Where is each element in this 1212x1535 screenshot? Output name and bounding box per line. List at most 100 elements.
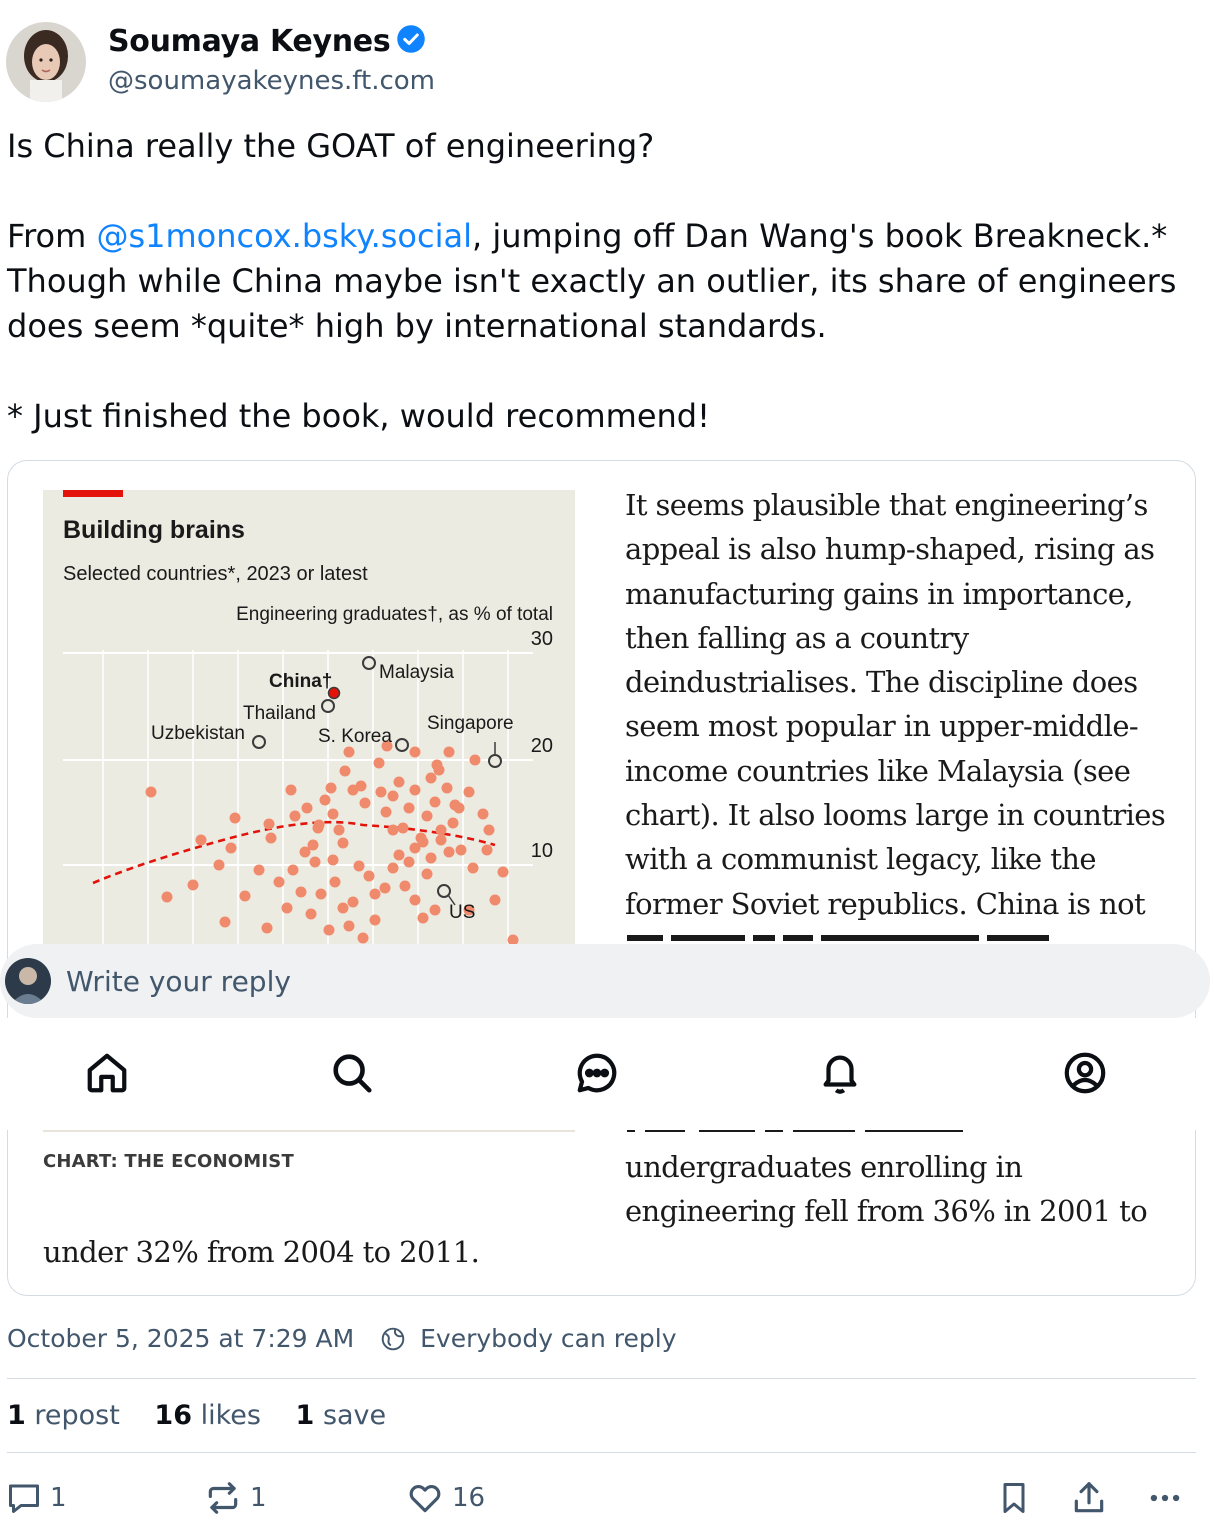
more-options-button[interactable] bbox=[1146, 1478, 1192, 1518]
article-line: then falling as a country bbox=[625, 620, 969, 655]
reply-input-placeholder[interactable]: Write your reply bbox=[66, 965, 291, 998]
scatter-point bbox=[403, 856, 415, 868]
profile-icon[interactable] bbox=[1062, 1050, 1108, 1096]
scatter-point bbox=[375, 786, 387, 798]
scatter-point bbox=[455, 844, 467, 856]
scatter-point bbox=[343, 920, 355, 932]
author-handle[interactable]: @soumayakeynes.ft.com bbox=[108, 66, 435, 96]
scatter-point bbox=[421, 810, 433, 822]
cut-off-text bbox=[625, 923, 1095, 943]
y-tick-label: 10 bbox=[531, 840, 553, 862]
engagement-stats: 1 repost 16 likes 1 save bbox=[7, 1400, 412, 1431]
bookmark-icon bbox=[1003, 1483, 1025, 1513]
point-malaysia bbox=[362, 656, 376, 670]
scatter-point bbox=[399, 880, 411, 892]
bell-icon[interactable] bbox=[817, 1050, 863, 1096]
scatter-point bbox=[327, 854, 339, 866]
post-text-span: From bbox=[7, 217, 97, 255]
author-avatar[interactable] bbox=[6, 22, 86, 102]
share-icon bbox=[1074, 1482, 1104, 1513]
scatter-point bbox=[403, 802, 415, 814]
chart-ylabel: Engineering graduates†, as % of total bbox=[236, 604, 553, 625]
point-thailand bbox=[321, 699, 335, 713]
post-timestamp[interactable]: October 5, 2025 at 7:29 AM bbox=[7, 1324, 354, 1353]
article-line: deindustrialises. The discipline does bbox=[625, 665, 1138, 700]
scatter-point bbox=[253, 864, 265, 876]
repost-count: 1 bbox=[250, 1483, 267, 1513]
likes-stat[interactable]: 16 likes bbox=[154, 1400, 261, 1431]
scatter-point bbox=[313, 819, 325, 831]
scatter-point bbox=[387, 790, 399, 802]
share-button[interactable] bbox=[1070, 1478, 1116, 1518]
scatter-point bbox=[339, 765, 351, 777]
y-tick-label: 20 bbox=[531, 735, 553, 757]
chat-icon[interactable] bbox=[574, 1050, 620, 1096]
my-avatar bbox=[5, 958, 51, 1004]
scatter-point bbox=[443, 746, 455, 758]
scatter-point bbox=[161, 891, 173, 903]
scatter-point bbox=[363, 870, 375, 882]
scatter-point bbox=[145, 786, 157, 798]
scatter-point bbox=[273, 876, 285, 888]
embedded-image[interactable]: Building brains Selected countries*, 202… bbox=[7, 460, 1196, 1296]
mention-link[interactable]: @s1moncox.bsky.social bbox=[96, 217, 472, 255]
reposts-stat[interactable]: 1 repost bbox=[7, 1400, 120, 1431]
scatter-point bbox=[295, 886, 307, 898]
more-icon bbox=[1150, 1494, 1180, 1502]
author-name[interactable]: Soumaya Keynes bbox=[108, 24, 426, 59]
author-name-text: Soumaya Keynes bbox=[108, 24, 391, 59]
post-line: Though while China maybe isn't exactly a… bbox=[7, 262, 1177, 300]
reply-button[interactable]: 1 bbox=[6, 1478, 67, 1518]
scatter-point bbox=[429, 904, 441, 916]
scatter-point bbox=[497, 866, 509, 878]
scatter-point bbox=[489, 894, 501, 906]
scatter-point bbox=[417, 836, 429, 848]
bookmark-button[interactable] bbox=[996, 1478, 1040, 1518]
scatter-point bbox=[265, 832, 277, 844]
scatter-point bbox=[225, 842, 237, 854]
label-malaysia: Malaysia bbox=[379, 662, 454, 683]
scatter-point bbox=[319, 794, 331, 806]
repost-button[interactable]: 1 bbox=[204, 1478, 267, 1518]
article-line: undergraduates enrolling in bbox=[625, 1150, 1023, 1184]
scatter-point bbox=[287, 864, 299, 876]
article-line: income countries like Malaysia (see bbox=[625, 753, 1131, 788]
saves-label: save bbox=[322, 1400, 387, 1431]
scatter-point bbox=[323, 924, 335, 936]
scatter-point bbox=[409, 894, 421, 906]
scatter-point bbox=[373, 757, 385, 769]
scatter-point bbox=[429, 796, 441, 808]
scatter-point bbox=[285, 784, 297, 796]
saves-stat[interactable]: 1 save bbox=[296, 1400, 387, 1431]
scatter-point bbox=[369, 888, 381, 900]
scatter-point bbox=[425, 852, 437, 864]
label-uzbekistan: Uzbekistan bbox=[151, 723, 245, 744]
reply-icon bbox=[9, 1484, 39, 1513]
post-header: Soumaya Keynes @soumayakeynes.ft.com bbox=[0, 0, 1212, 110]
like-count: 16 bbox=[452, 1483, 486, 1513]
scatter-point bbox=[483, 824, 495, 836]
article-line: chart). It also looms large in countries bbox=[625, 798, 1166, 833]
scatter-point bbox=[481, 844, 493, 856]
reposts-label: repost bbox=[34, 1400, 120, 1431]
repost-icon bbox=[208, 1482, 238, 1514]
scatter-point bbox=[299, 846, 311, 858]
reply-composer[interactable]: Write your reply bbox=[0, 944, 1210, 1018]
scatter-point bbox=[417, 912, 429, 924]
scatter-point bbox=[333, 824, 345, 836]
reposts-count: 1 bbox=[7, 1400, 26, 1431]
scatter-point bbox=[449, 799, 461, 811]
point-skorea bbox=[395, 738, 409, 752]
like-button[interactable]: 16 bbox=[406, 1478, 485, 1518]
scatter-point bbox=[337, 837, 349, 849]
search-icon[interactable] bbox=[329, 1050, 375, 1096]
scatter-point bbox=[219, 916, 231, 928]
chart-panel: Building brains Selected countries*, 202… bbox=[43, 490, 575, 945]
scatter-point bbox=[357, 932, 369, 944]
article-line: It seems plausible that engineering’s bbox=[625, 488, 1148, 522]
post-line: does seem *quite* high by international … bbox=[7, 307, 827, 345]
home-icon[interactable] bbox=[84, 1050, 130, 1096]
scatter-point bbox=[469, 754, 481, 766]
scatter-point bbox=[380, 806, 392, 818]
divider bbox=[7, 1452, 1196, 1453]
